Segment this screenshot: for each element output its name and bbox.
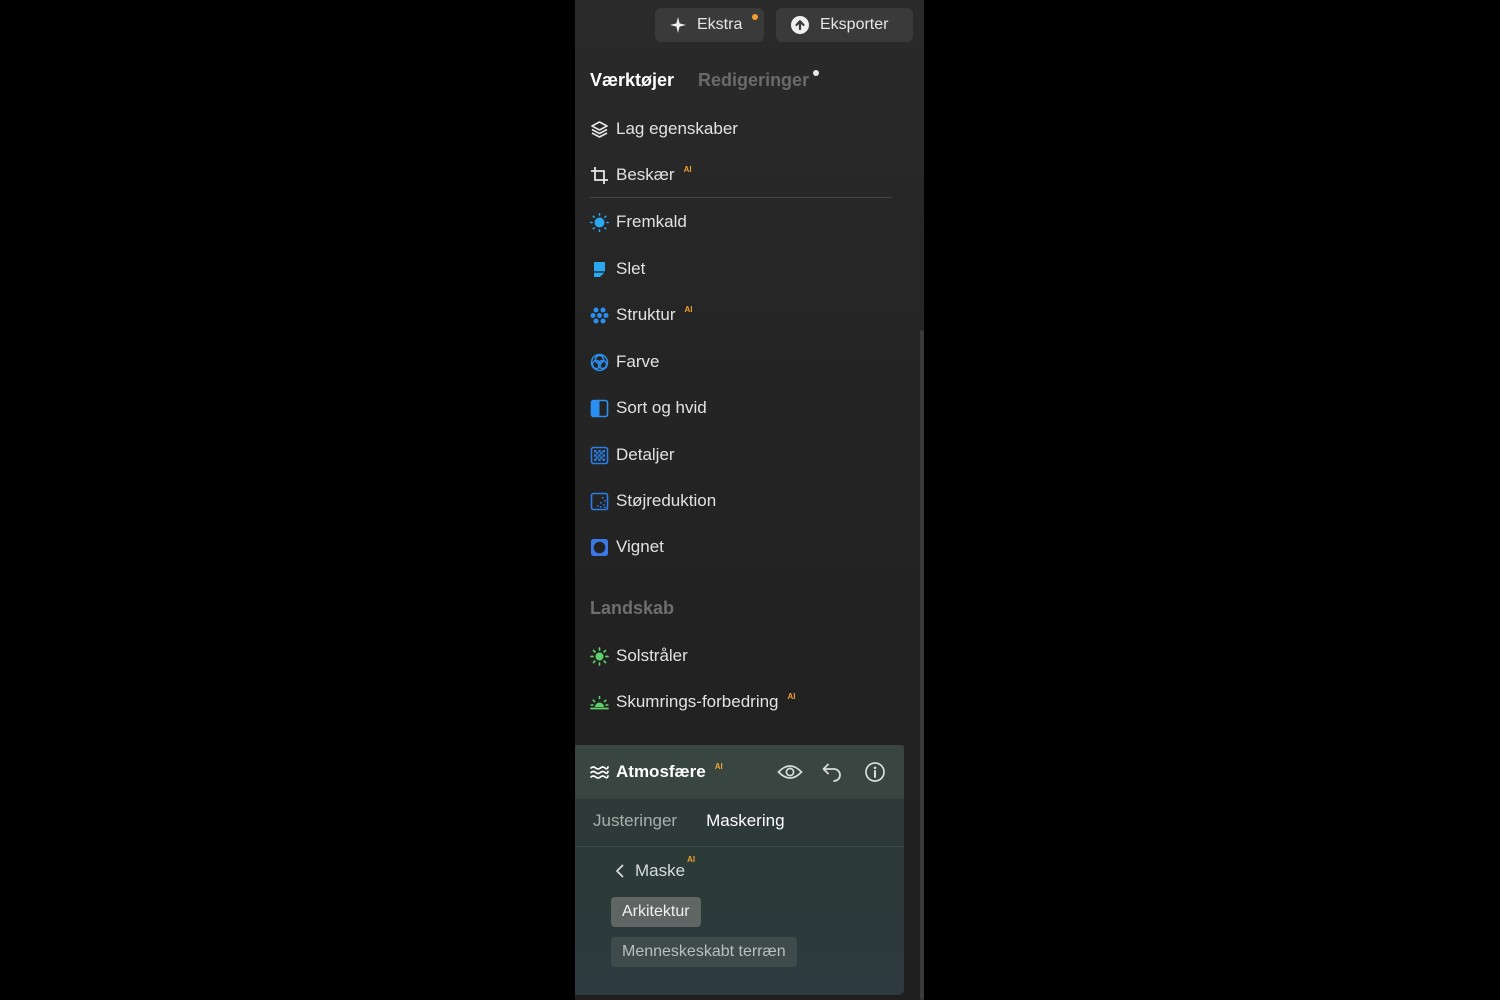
crop-icon [590,166,609,185]
atmosphere-panel: Atmosfære AI Justeringer Maskering Maske… [575,745,904,995]
mask-label: MaskeAI [635,855,696,880]
mask-chip-architecture[interactable]: Arkitektur [611,897,701,927]
tool-sun-rays[interactable]: Solstråler [590,641,688,671]
notification-dot [752,14,758,20]
divider [590,197,892,198]
color-circles-icon [590,353,609,372]
tools-panel: Ekstra Eksporter Værktøjer Redigeringer … [575,0,924,1000]
visibility-eye-icon[interactable] [777,760,803,784]
tool-noise-reduction[interactable]: Støjreduktion [590,486,716,516]
tab-tools[interactable]: Værktøjer [590,70,674,91]
eksporter-label: Eksporter [820,16,889,33]
noise-reduction-icon [590,492,609,511]
tool-crop[interactable]: Beskær AI [590,160,692,190]
tool-label: Fremkald [616,212,687,231]
tool-structure[interactable]: Struktur AI [590,300,693,330]
tool-label: Struktur [616,305,676,324]
divider [575,846,904,847]
vignette-icon [590,538,609,557]
ai-badge: AI [687,855,696,864]
mask-chip-man-made-terrain[interactable]: Menneskeskabt terræn [611,937,797,967]
tool-label: Vignet [616,537,664,556]
tab-masking[interactable]: Maskering [706,811,784,831]
edits-dot [813,70,820,76]
tool-label: Detaljer [616,445,675,464]
tool-develop[interactable]: Fremkald [590,207,687,237]
chevron-left-icon [615,864,625,878]
atmosphere-tabs: Justeringer Maskering [593,811,785,831]
details-grid-icon [590,446,609,465]
black-white-icon [590,399,609,418]
atmosphere-label: Atmosfære [616,762,706,781]
tab-edits[interactable]: Redigeringer [698,70,820,91]
sun-develop-icon [590,212,609,232]
tool-layer-properties[interactable]: Lag egenskaber [590,114,738,144]
tool-label: Støjreduktion [616,491,717,510]
tool-label: Sort og hvid [616,398,707,417]
section-title-landscape: Landskab [590,598,675,618]
ai-badge: AI [683,164,692,174]
tool-erase[interactable]: Slet [590,254,645,284]
info-icon[interactable] [863,760,887,784]
ekstra-label: Ekstra [697,16,743,33]
undo-icon[interactable] [820,760,844,784]
ekstra-button[interactable]: Ekstra [655,8,764,42]
layers-icon [590,120,609,139]
tool-label: Lag egenskaber [616,119,738,138]
structure-dots-icon [590,306,609,325]
eksporter-button[interactable]: Eksporter [776,8,913,42]
tool-label: Beskær [616,165,675,184]
tool-label: Solstråler [616,646,688,665]
tool-color[interactable]: Farve [590,347,659,377]
tab-adjustments[interactable]: Justeringer [593,811,677,831]
ai-badge: AI [684,304,693,314]
sunset-icon [590,693,609,712]
tool-black-white[interactable]: Sort og hvid [590,393,707,423]
waves-icon [590,763,609,782]
scrollbar[interactable] [920,330,924,1000]
atmosphere-title[interactable]: Atmosfære AI [590,757,723,787]
mask-back-button[interactable]: MaskeAI [615,855,696,884]
eraser-icon [590,260,609,279]
tab-edits-label: Redigeringer [698,70,810,90]
ai-badge: AI [787,691,796,701]
tool-label: Slet [616,259,646,278]
sparkle-icon [669,16,687,34]
tool-vignette[interactable]: Vignet [590,532,664,562]
tool-twilight-enhance[interactable]: Skumrings-forbedring AI [590,687,796,717]
tool-label: Skumrings-forbedring [616,692,779,711]
ai-badge: AI [714,761,723,771]
sun-rays-icon [590,646,609,666]
panel-tabs: Værktøjer Redigeringer [590,70,820,91]
tool-label: Farve [616,352,660,371]
tool-details[interactable]: Detaljer [590,440,675,470]
upload-icon [790,15,810,35]
